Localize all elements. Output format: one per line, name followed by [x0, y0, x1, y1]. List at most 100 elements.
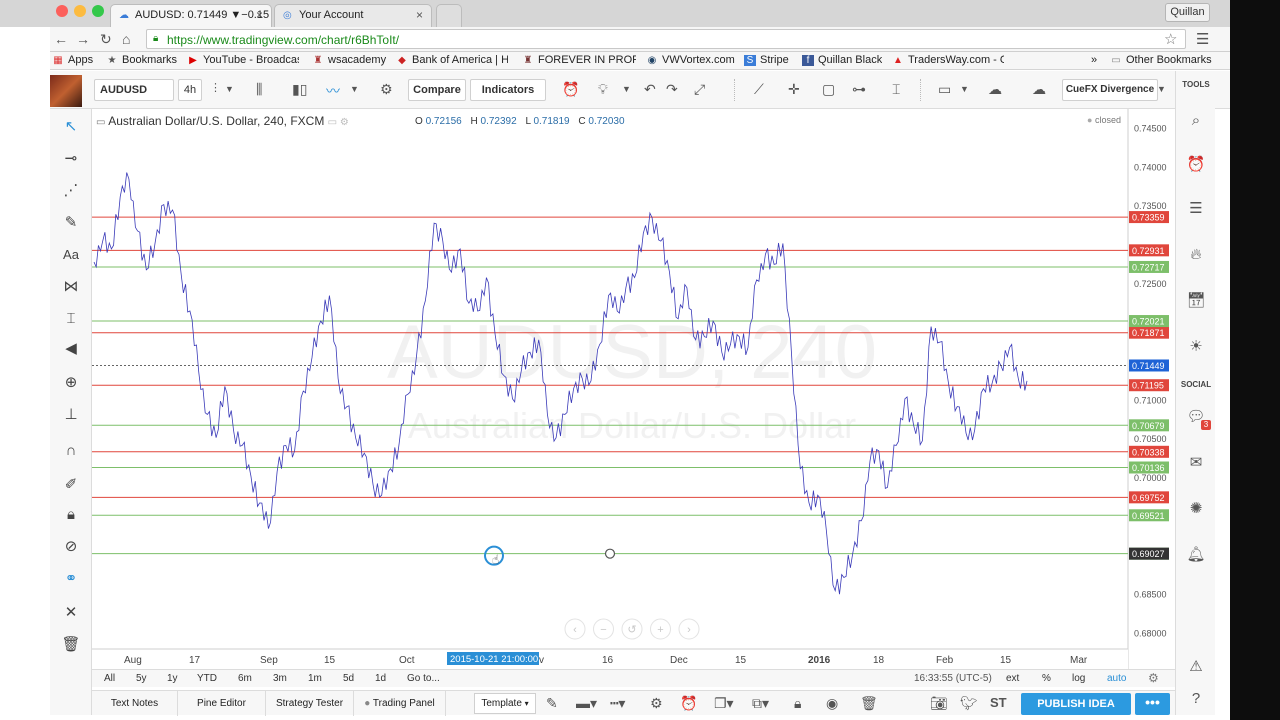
pattern-tool-icon[interactable]: ⋈ [56, 275, 86, 299]
layout-icon[interactable]: ▭ [938, 81, 951, 98]
line-width-icon[interactable]: ▬▾ [576, 695, 597, 712]
style-dropdown-icon[interactable]: ▼ [350, 84, 359, 94]
bookmark-star-icon[interactable]: ☆ [1164, 30, 1177, 48]
notifications-bell-icon[interactable]: 🔔︎ [1184, 543, 1208, 567]
tab-pine-editor[interactable]: Pine Editor [178, 691, 266, 716]
candles-icon[interactable]: ⫼ [256, 81, 262, 98]
log-scale-toggle[interactable]: log [1072, 673, 1085, 684]
horizontal-ray-icon[interactable]: ⊶ [852, 81, 866, 98]
interval-more-icon[interactable]: ⋮ [210, 81, 221, 94]
scale-settings-icon[interactable]: ⚙ [1148, 671, 1159, 685]
go-to-date[interactable]: Go to... [407, 673, 440, 684]
drawing-settings-icon[interactable]: ⚙ [650, 695, 663, 712]
bookmark-quillan-black[interactable]: f Quillan Black [802, 54, 882, 66]
streams-icon[interactable]: ✺ [1184, 497, 1208, 521]
percent-scale-toggle[interactable]: % [1042, 673, 1051, 684]
vertical-line-icon[interactable]: ⌶ [892, 81, 900, 98]
user-avatar[interactable] [50, 75, 82, 107]
template-button[interactable]: Template ▾ [474, 693, 536, 714]
bars-icon[interactable]: ▮▯ [292, 81, 307, 98]
bookmarks-overflow[interactable]: » [1091, 54, 1097, 66]
clone-icon[interactable]: ⧉▾ [752, 695, 769, 712]
cursor-icon[interactable]: ↖ [56, 115, 86, 139]
calendar-icon[interactable]: 📅︎ [1184, 289, 1208, 313]
tab-text-notes[interactable]: Text Notes [92, 691, 178, 716]
publish-more-button[interactable]: ••• [1135, 693, 1170, 715]
range-6m[interactable]: 6m [238, 673, 252, 684]
hide-drawings-icon[interactable]: ⊘ [56, 535, 86, 559]
price-chart-svg[interactable]: 0.74500 0.74000 0.73500 0.72500 0.71000 0.705… [92, 109, 1175, 669]
range-3m[interactable]: 3m [273, 673, 287, 684]
brush-icon[interactable]: ✎ [56, 211, 86, 235]
compare-button[interactable]: Compare [408, 79, 466, 101]
chart-settings-gear-icon[interactable]: ⚙ [380, 81, 393, 98]
alert-add-icon[interactable]: ⏰ [680, 695, 697, 712]
close-window-button[interactable] [56, 5, 68, 17]
bookmark-youtube[interactable]: ▶ YouTube - Broadcast [187, 54, 299, 66]
price-series-line[interactable] [93, 172, 1028, 595]
alert-add-icon[interactable]: ⏰ [562, 81, 579, 98]
tools-cross-icon[interactable]: ✕ [56, 601, 86, 625]
indicators-button[interactable]: Indicators [470, 79, 546, 101]
browser-tab-audusd[interactable]: ☁ AUDUSD: 0.71449 ▼−0.15 × [110, 4, 272, 27]
zoom-in-icon[interactable]: ⊕ [56, 371, 86, 395]
arrow-back-icon[interactable]: ◀ [56, 337, 86, 361]
undo-icon[interactable]: ↶ [644, 81, 656, 98]
hotlist-flame-icon[interactable]: 🔥︎ [1184, 243, 1208, 267]
bug-report-icon[interactable]: ⚠ [1184, 655, 1208, 679]
visibility-eye-icon[interactable]: ◉ [826, 695, 838, 712]
lock-drawings-icon[interactable]: 🔒︎ [56, 503, 86, 527]
messages-icon[interactable]: ✉ [1184, 451, 1208, 475]
trash-icon[interactable]: 🗑︎ [56, 633, 86, 657]
collapse-legend-icon[interactable]: ▭ [96, 117, 108, 128]
cloud-load-icon[interactable]: ☁ [988, 81, 1002, 98]
rectangle-tool-icon[interactable]: ▢ [822, 81, 835, 98]
legend-menu-icon[interactable]: ▭ ⚙ [328, 117, 349, 128]
delete-icon[interactable]: 🗑︎ [860, 695, 878, 712]
back-icon[interactable]: ← [54, 31, 68, 47]
tab-strategy-tester[interactable]: Strategy Tester [266, 691, 354, 716]
crosshair-icon[interactable]: ✛ [788, 81, 800, 98]
twitter-icon[interactable]: 🐦︎ [960, 695, 978, 712]
stocktwits-button[interactable]: ST [990, 695, 1007, 710]
reload-icon[interactable]: ↻ [100, 31, 112, 48]
range-5y[interactable]: 5y [136, 673, 147, 684]
lock-icon[interactable]: 🔒︎ [794, 695, 801, 712]
template-dropdown-icon[interactable]: ▼ [1157, 84, 1166, 94]
bookmark-bookmarks[interactable]: ★ Bookmarks [106, 54, 178, 66]
close-tab-icon[interactable]: × [416, 8, 423, 22]
chart-pane[interactable]: AUDUSD, 240 Australian Dollar/U.S. Dolla… [92, 109, 1175, 669]
fullscreen-icon[interactable]: ⤢ [694, 81, 705, 98]
line-tool-icon[interactable]: ⊸ [56, 147, 86, 171]
browser-tab-account[interactable]: ◎ Your Account × [274, 4, 432, 27]
bookmark-apps[interactable]: ▦ Apps [52, 54, 93, 66]
auto-scale-toggle[interactable]: auto [1107, 673, 1126, 684]
cloud-save-icon[interactable]: ☁ [1032, 81, 1046, 98]
trendline-icon[interactable]: ⟋ [754, 81, 764, 98]
range-5d[interactable]: 5d [343, 673, 354, 684]
interval-dropdown-icon[interactable]: ▼ [225, 84, 234, 94]
bookmark-vwvortex[interactable]: ◉ VWVortex.com [646, 54, 735, 66]
bring-front-icon[interactable]: ❐▾ [714, 695, 734, 712]
measure-tool-icon[interactable]: ⌶ [56, 307, 86, 331]
minimize-window-button[interactable] [74, 5, 86, 17]
magnet-icon[interactable]: ∩ [56, 439, 86, 463]
fib-tool-icon[interactable]: ⋰ [56, 179, 86, 203]
alarm-clock-icon[interactable]: ⏰ [1184, 153, 1208, 177]
redo-icon[interactable]: ↷ [666, 81, 678, 98]
lightbulb-icon[interactable]: 💡︎ [598, 81, 608, 98]
ext-hours-toggle[interactable]: ext [1006, 673, 1019, 684]
sync-link-icon[interactable]: ⚭ [56, 567, 86, 591]
help-icon[interactable]: ? [1184, 687, 1208, 711]
bookmark-tradersway[interactable]: ▲ TradersWay.com - O [892, 54, 1004, 66]
profile-button[interactable]: Quillan [1165, 3, 1210, 22]
snapshot-camera-icon[interactable]: 📷︎ [930, 695, 948, 712]
line-style-icon[interactable]: 〰 [326, 81, 340, 101]
layout-dropdown-icon[interactable]: ▼ [960, 84, 969, 94]
range-1y[interactable]: 1y [167, 673, 178, 684]
close-tab-icon[interactable]: × [256, 8, 263, 22]
idea-light-icon[interactable]: ☀ [1184, 335, 1208, 359]
bookmark-other[interactable]: ▭ Other Bookmarks [1110, 54, 1211, 66]
range-1m[interactable]: 1m [308, 673, 322, 684]
tab-trading-panel[interactable]: ● Trading Panel [354, 691, 446, 716]
